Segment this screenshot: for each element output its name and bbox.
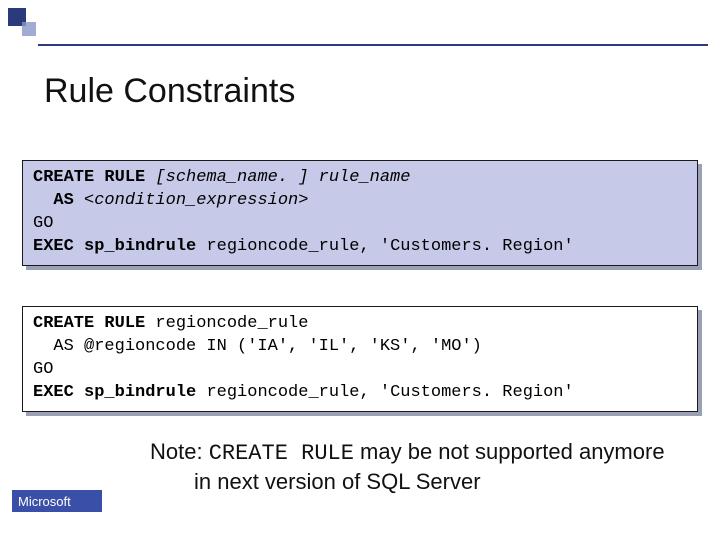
code-box-syntax: CREATE RULE [schema_name. ] rule_name AS…	[22, 160, 698, 266]
slide: Rule Constraints CREATE RULE [schema_nam…	[0, 0, 720, 540]
code-keyword: AS	[33, 191, 84, 210]
code-keyword: EXEC sp_bindrule	[33, 383, 206, 402]
deco-square-light	[22, 22, 36, 36]
note-rest-1: may be not supported anymore	[354, 439, 665, 464]
footer-text: Microsoft	[18, 494, 71, 509]
code-text: GO	[33, 360, 53, 379]
note-code: CREATE RULE	[209, 441, 354, 466]
footer-badge: Microsoft	[12, 490, 102, 512]
code-text: GO	[33, 214, 53, 233]
code-text: regioncode_rule	[155, 314, 308, 333]
slide-title: Rule Constraints	[44, 72, 295, 111]
note-rest-2: in next version of SQL Server	[150, 468, 481, 496]
note-text: Note: CREATE RULE may be not supported a…	[150, 438, 700, 495]
top-divider	[38, 44, 708, 46]
code-text: AS @regioncode IN ('IA', 'IL', 'KS', 'MO…	[33, 337, 482, 356]
code-italic: [schema_name. ] rule_name	[155, 168, 410, 187]
code-text: regioncode_rule, 'Customers. Region'	[206, 383, 573, 402]
code-keyword: EXEC sp_bindrule	[33, 237, 206, 256]
code-italic: <condition_expression>	[84, 191, 308, 210]
code-keyword: CREATE RULE	[33, 168, 155, 187]
corner-decoration	[8, 8, 48, 48]
code-box-example: CREATE RULE regioncode_rule AS @regionco…	[22, 306, 698, 412]
code-text: regioncode_rule, 'Customers. Region'	[206, 237, 573, 256]
code-keyword: CREATE RULE	[33, 314, 155, 333]
note-prefix: Note:	[150, 439, 209, 464]
